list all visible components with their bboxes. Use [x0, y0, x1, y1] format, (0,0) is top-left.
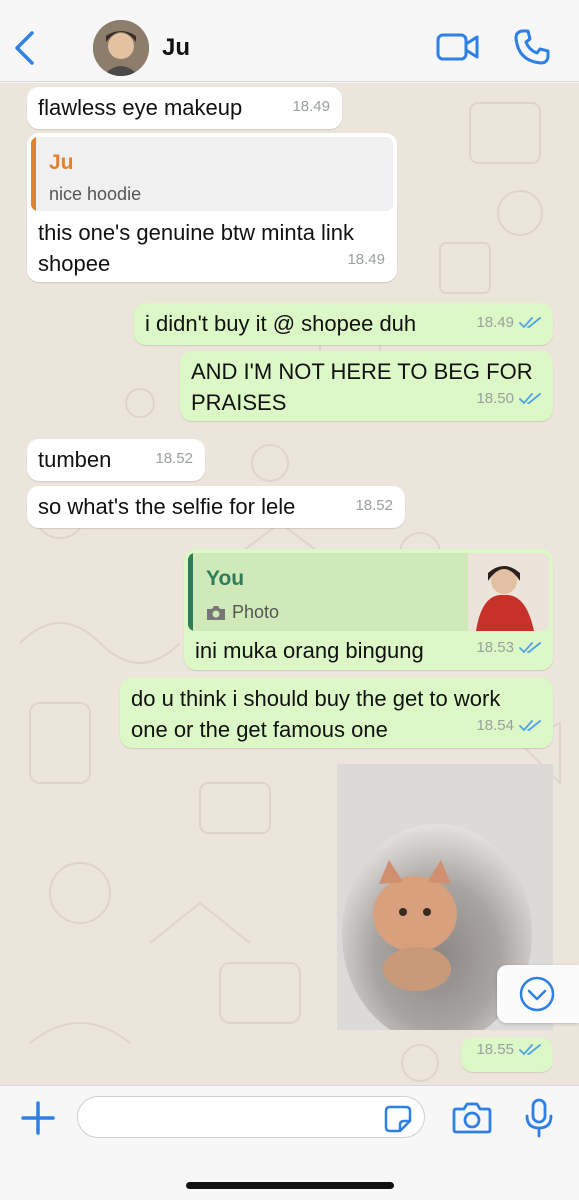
quoted-message[interactable]: Ju nice hoodie — [31, 137, 393, 211]
quoted-message[interactable]: You Photo — [188, 553, 549, 631]
quote-thumbnail — [468, 553, 549, 631]
scroll-to-bottom-button[interactable] — [497, 965, 579, 1023]
chevron-down-circle-icon — [519, 976, 555, 1012]
message-incoming[interactable]: Ju nice hoodie this one's genuine btw mi… — [27, 133, 397, 282]
microphone-icon — [525, 1098, 553, 1138]
read-ticks-icon — [519, 316, 541, 328]
message-time: 18.49 — [347, 251, 385, 268]
message-text: flawless eye makeup — [38, 95, 243, 120]
quote-text: nice hoodie — [49, 184, 142, 204]
quote-accent-bar — [31, 137, 36, 211]
message-time: 18.54 — [476, 710, 541, 741]
message-time: 18.52 — [355, 497, 393, 514]
message-outgoing[interactable]: You Photo ini muka orang bingung 18.53 — [184, 549, 553, 670]
phone-icon — [514, 29, 550, 65]
message-text: so what's the selfie for lele — [38, 494, 296, 519]
message-incoming[interactable]: flawless eye makeup 18.49 — [27, 87, 342, 129]
message-incoming[interactable]: tumben 18.52 — [27, 439, 205, 481]
message-time: 18.49 — [292, 98, 330, 115]
back-button[interactable] — [10, 30, 40, 66]
image-time-badge: 18.55 — [461, 1038, 553, 1072]
message-text: this one's genuine btw minta link shopee — [38, 220, 355, 276]
composer-bar — [0, 1085, 579, 1200]
message-text: tumben — [38, 447, 112, 472]
message-input[interactable] — [77, 1096, 425, 1138]
sticker-button[interactable] — [384, 1105, 412, 1133]
voice-call-button[interactable] — [513, 28, 551, 66]
chevron-left-icon — [15, 31, 34, 65]
camera-icon — [452, 1102, 492, 1134]
message-outgoing[interactable]: AND I'M NOT HERE TO BEG FOR PRAISES 18.5… — [180, 351, 553, 421]
voice-note-button[interactable] — [524, 1098, 554, 1138]
home-indicator[interactable] — [186, 1182, 394, 1189]
read-ticks-icon — [519, 392, 541, 404]
message-time: 18.53 — [476, 632, 541, 663]
chat-area[interactable]: flawless eye makeup 18.49 Ju nice hoodie… — [0, 83, 579, 1085]
message-text: ini muka orang bingung — [195, 638, 424, 663]
camera-icon — [207, 605, 225, 620]
read-ticks-icon — [519, 1043, 541, 1055]
video-call-button[interactable] — [436, 30, 480, 64]
quote-accent-bar — [188, 553, 193, 631]
chat-header: Ju — [0, 0, 579, 82]
quote-author: You — [206, 567, 245, 590]
attach-button[interactable] — [20, 1100, 56, 1136]
message-outgoing[interactable]: do u think i should buy the get to work … — [120, 678, 553, 748]
video-camera-icon — [436, 33, 479, 61]
camera-button[interactable] — [452, 1100, 492, 1134]
avatar[interactable] — [93, 20, 149, 76]
quote-author: Ju — [49, 151, 74, 174]
message-time: 18.52 — [155, 450, 193, 467]
quote-text: Photo — [206, 597, 279, 628]
message-time: 18.50 — [476, 383, 541, 414]
message-text: i didn't buy it @ shopee duh — [145, 311, 417, 336]
plus-icon — [21, 1101, 55, 1135]
message-outgoing[interactable]: i didn't buy it @ shopee duh 18.49 — [134, 303, 553, 345]
sticker-icon — [384, 1105, 412, 1133]
read-ticks-icon — [519, 719, 541, 731]
contact-name[interactable]: Ju — [162, 34, 190, 62]
message-incoming[interactable]: so what's the selfie for lele 18.52 — [27, 486, 405, 528]
message-time: 18.49 — [476, 307, 541, 338]
message-text: do u think i should buy the get to work … — [131, 686, 501, 742]
message-time: 18.55 — [476, 1034, 541, 1065]
read-ticks-icon — [519, 641, 541, 653]
